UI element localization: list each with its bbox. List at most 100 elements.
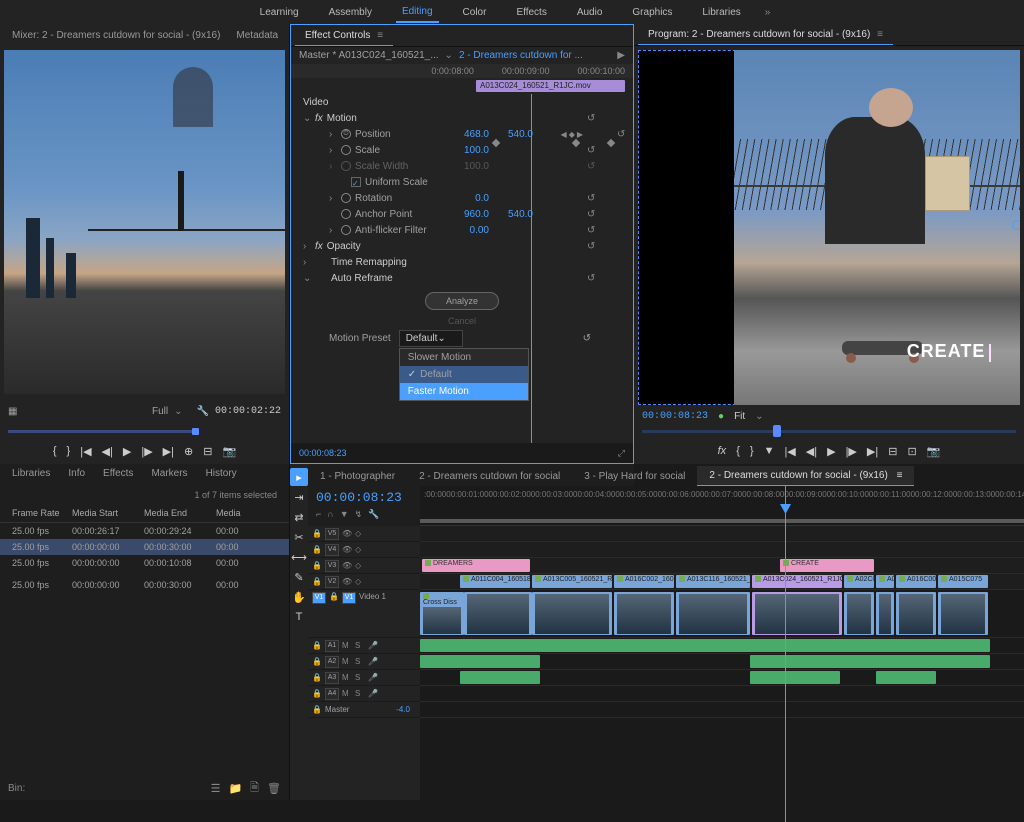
close-tab-icon[interactable]: ≡: [897, 470, 903, 481]
prog-step-back-icon[interactable]: ◀|: [806, 445, 817, 458]
position-y-value[interactable]: 540.0: [493, 129, 533, 140]
rotation-reset-icon[interactable]: ↺: [587, 193, 599, 204]
timeline-clip[interactable]: DREAMERS: [422, 559, 530, 572]
media-row[interactable]: 25.00 fps00:00:00:0000:00:10:0800:00: [0, 555, 289, 571]
media-row[interactable]: 25.00 fps00:00:26:1700:00:29:2400:00: [0, 523, 289, 539]
slip-tool-icon[interactable]: ⟷: [290, 548, 308, 566]
fx-toggle-icon[interactable]: fx: [718, 445, 727, 457]
ripple-tool-icon[interactable]: ⇄: [290, 508, 308, 526]
a3-lane[interactable]: [420, 670, 1024, 686]
add-marker-icon[interactable]: ▼: [764, 445, 775, 457]
timeline-clip[interactable]: A011C004_160518_R: [460, 575, 530, 588]
hand-tool-icon[interactable]: ✋: [290, 588, 308, 606]
workspace-libraries[interactable]: Libraries: [696, 3, 746, 22]
source-settings-icon[interactable]: ▦: [8, 406, 17, 417]
razor-tool-icon[interactable]: ✂: [290, 528, 308, 546]
workspace-assembly[interactable]: Assembly: [323, 3, 378, 22]
timeline-clip[interactable]: A016C002_160517_R: [614, 575, 674, 588]
rotation-value[interactable]: 0.0: [449, 193, 489, 204]
solo-icon[interactable]: S: [355, 673, 365, 683]
anchor-reset-icon[interactable]: ↺: [587, 209, 599, 220]
solo-icon[interactable]: S: [355, 641, 365, 651]
a4-target[interactable]: A4: [325, 688, 339, 700]
program-timecode[interactable]: 00:00:08:23: [642, 411, 708, 422]
source-scrubber[interactable]: [0, 424, 289, 438]
mute-icon[interactable]: M: [342, 673, 352, 683]
track-lock-icon[interactable]: 🔒: [312, 577, 322, 587]
timeline-clip[interactable]: [844, 592, 874, 635]
prog-mark-out-icon[interactable]: }: [750, 445, 754, 457]
master-db-value[interactable]: -4.0: [396, 705, 410, 714]
mute-icon[interactable]: M: [342, 689, 352, 699]
track-lock-icon[interactable]: 🔒: [312, 705, 322, 715]
flicker-reset-icon[interactable]: ↺: [587, 225, 599, 236]
rotation-stopwatch-icon[interactable]: [341, 193, 351, 203]
selection-tool-icon[interactable]: ▸: [290, 468, 308, 486]
preset-slower-option[interactable]: Slower Motion: [400, 349, 528, 366]
timeline-clip[interactable]: [614, 592, 674, 635]
effect-sequence-link[interactable]: 2 - Dreamers cutdown for ...: [459, 50, 583, 61]
timeline-clip[interactable]: CREATE: [780, 559, 874, 572]
master-lane[interactable]: [420, 702, 1024, 718]
seq-tab[interactable]: 3 - Play Hard for social: [572, 467, 697, 486]
delete-icon[interactable]: 🗑: [267, 782, 281, 795]
timeline-clip[interactable]: [896, 592, 936, 635]
uniform-scale-checkbox[interactable]: [351, 177, 361, 187]
track-lock-icon[interactable]: 🔒: [329, 592, 339, 602]
media-row[interactable]: 25.00 fps00:00:00:0000:00:30:0000:00: [0, 539, 289, 555]
position-stopwatch-icon[interactable]: ⏱: [341, 129, 351, 139]
timeline-clip[interactable]: [676, 592, 750, 635]
timeline-clip[interactable]: A013C116_160521_R1JC: [676, 575, 750, 588]
prog-go-in-icon[interactable]: |◀: [784, 445, 795, 458]
track-lock-icon[interactable]: 🔒: [312, 561, 322, 571]
auto-reframe-label[interactable]: Auto Reframe: [331, 273, 393, 284]
audio-clip[interactable]: [460, 671, 540, 684]
audio-clip[interactable]: [750, 671, 840, 684]
track-eye-icon[interactable]: 👁: [342, 577, 352, 587]
v5-target[interactable]: V5: [325, 528, 339, 540]
track-select-tool-icon[interactable]: ⇥: [290, 488, 308, 506]
workspace-effects[interactable]: Effects: [510, 3, 552, 22]
v3-lane[interactable]: DREAMERS CREATE: [420, 558, 1024, 574]
scale-stopwatch-icon[interactable]: [341, 145, 351, 155]
add-keyframe-icon[interactable]: ◆: [569, 130, 575, 139]
timeline-clip[interactable]: A02C0: [844, 575, 874, 588]
col-framerate[interactable]: Frame Rate: [8, 506, 68, 520]
prog-mark-in-icon[interactable]: {: [736, 445, 740, 457]
linked-selection-icon[interactable]: ∩: [327, 509, 333, 520]
track-eye-icon[interactable]: 👁: [342, 561, 352, 571]
anchor-stopwatch-icon[interactable]: [341, 209, 351, 219]
proj-info-tab[interactable]: Info: [60, 464, 93, 486]
metadata-tab[interactable]: Metadata: [228, 26, 286, 45]
program-tab[interactable]: Program: 2 - Dreamers cutdown for social…: [638, 25, 893, 45]
timeline-clip[interactable]: A03: [876, 575, 894, 588]
track-lock-icon[interactable]: 🔒: [312, 641, 322, 651]
rotation-expand-icon[interactable]: ›: [329, 193, 337, 204]
timeline-ruler[interactable]: :00:0000:00:01:0000:00:02:00 00:00:03:00…: [420, 486, 1024, 526]
timeline-clip[interactable]: Cross Diss: [420, 592, 464, 635]
new-bin-icon[interactable]: 📁: [228, 782, 242, 795]
flicker-stopwatch-icon[interactable]: [341, 225, 351, 235]
analyze-button[interactable]: Analyze: [425, 292, 499, 310]
v5-lane[interactable]: [420, 526, 1024, 542]
pen-tool-icon[interactable]: ✎: [290, 568, 308, 586]
media-row[interactable]: 25.00 fps00:00:00:0000:00:30:0000:00: [0, 577, 289, 593]
a2-lane[interactable]: [420, 654, 1024, 670]
audio-clip[interactable]: [750, 655, 990, 668]
audio-clip-mixer-tab[interactable]: Mixer: 2 - Dreamers cutdown for social -…: [4, 26, 228, 45]
preset-default-option[interactable]: ✓Default: [400, 366, 528, 383]
workspace-color[interactable]: Color: [457, 3, 493, 22]
timeline-clip[interactable]: A016C006: [896, 575, 936, 588]
proj-history-tab[interactable]: History: [198, 464, 245, 486]
mute-icon[interactable]: M: [342, 657, 352, 667]
opacity-label[interactable]: Opacity: [327, 241, 361, 252]
timeline-clip[interactable]: [938, 592, 988, 635]
insert-icon[interactable]: ⊕: [184, 445, 193, 458]
effect-controls-tab[interactable]: Effect Controls ≡: [295, 26, 393, 46]
seq-tab[interactable]: 2 - Dreamers cutdown for social: [407, 467, 572, 486]
extract-icon[interactable]: ⊡: [907, 445, 916, 458]
panel-menu-icon[interactable]: ≡: [377, 30, 383, 41]
motion-effect-label[interactable]: Motion: [327, 113, 357, 124]
workspace-audio[interactable]: Audio: [571, 3, 609, 22]
timeline-clip[interactable]: A013C005_160521_R1JC: [532, 575, 612, 588]
